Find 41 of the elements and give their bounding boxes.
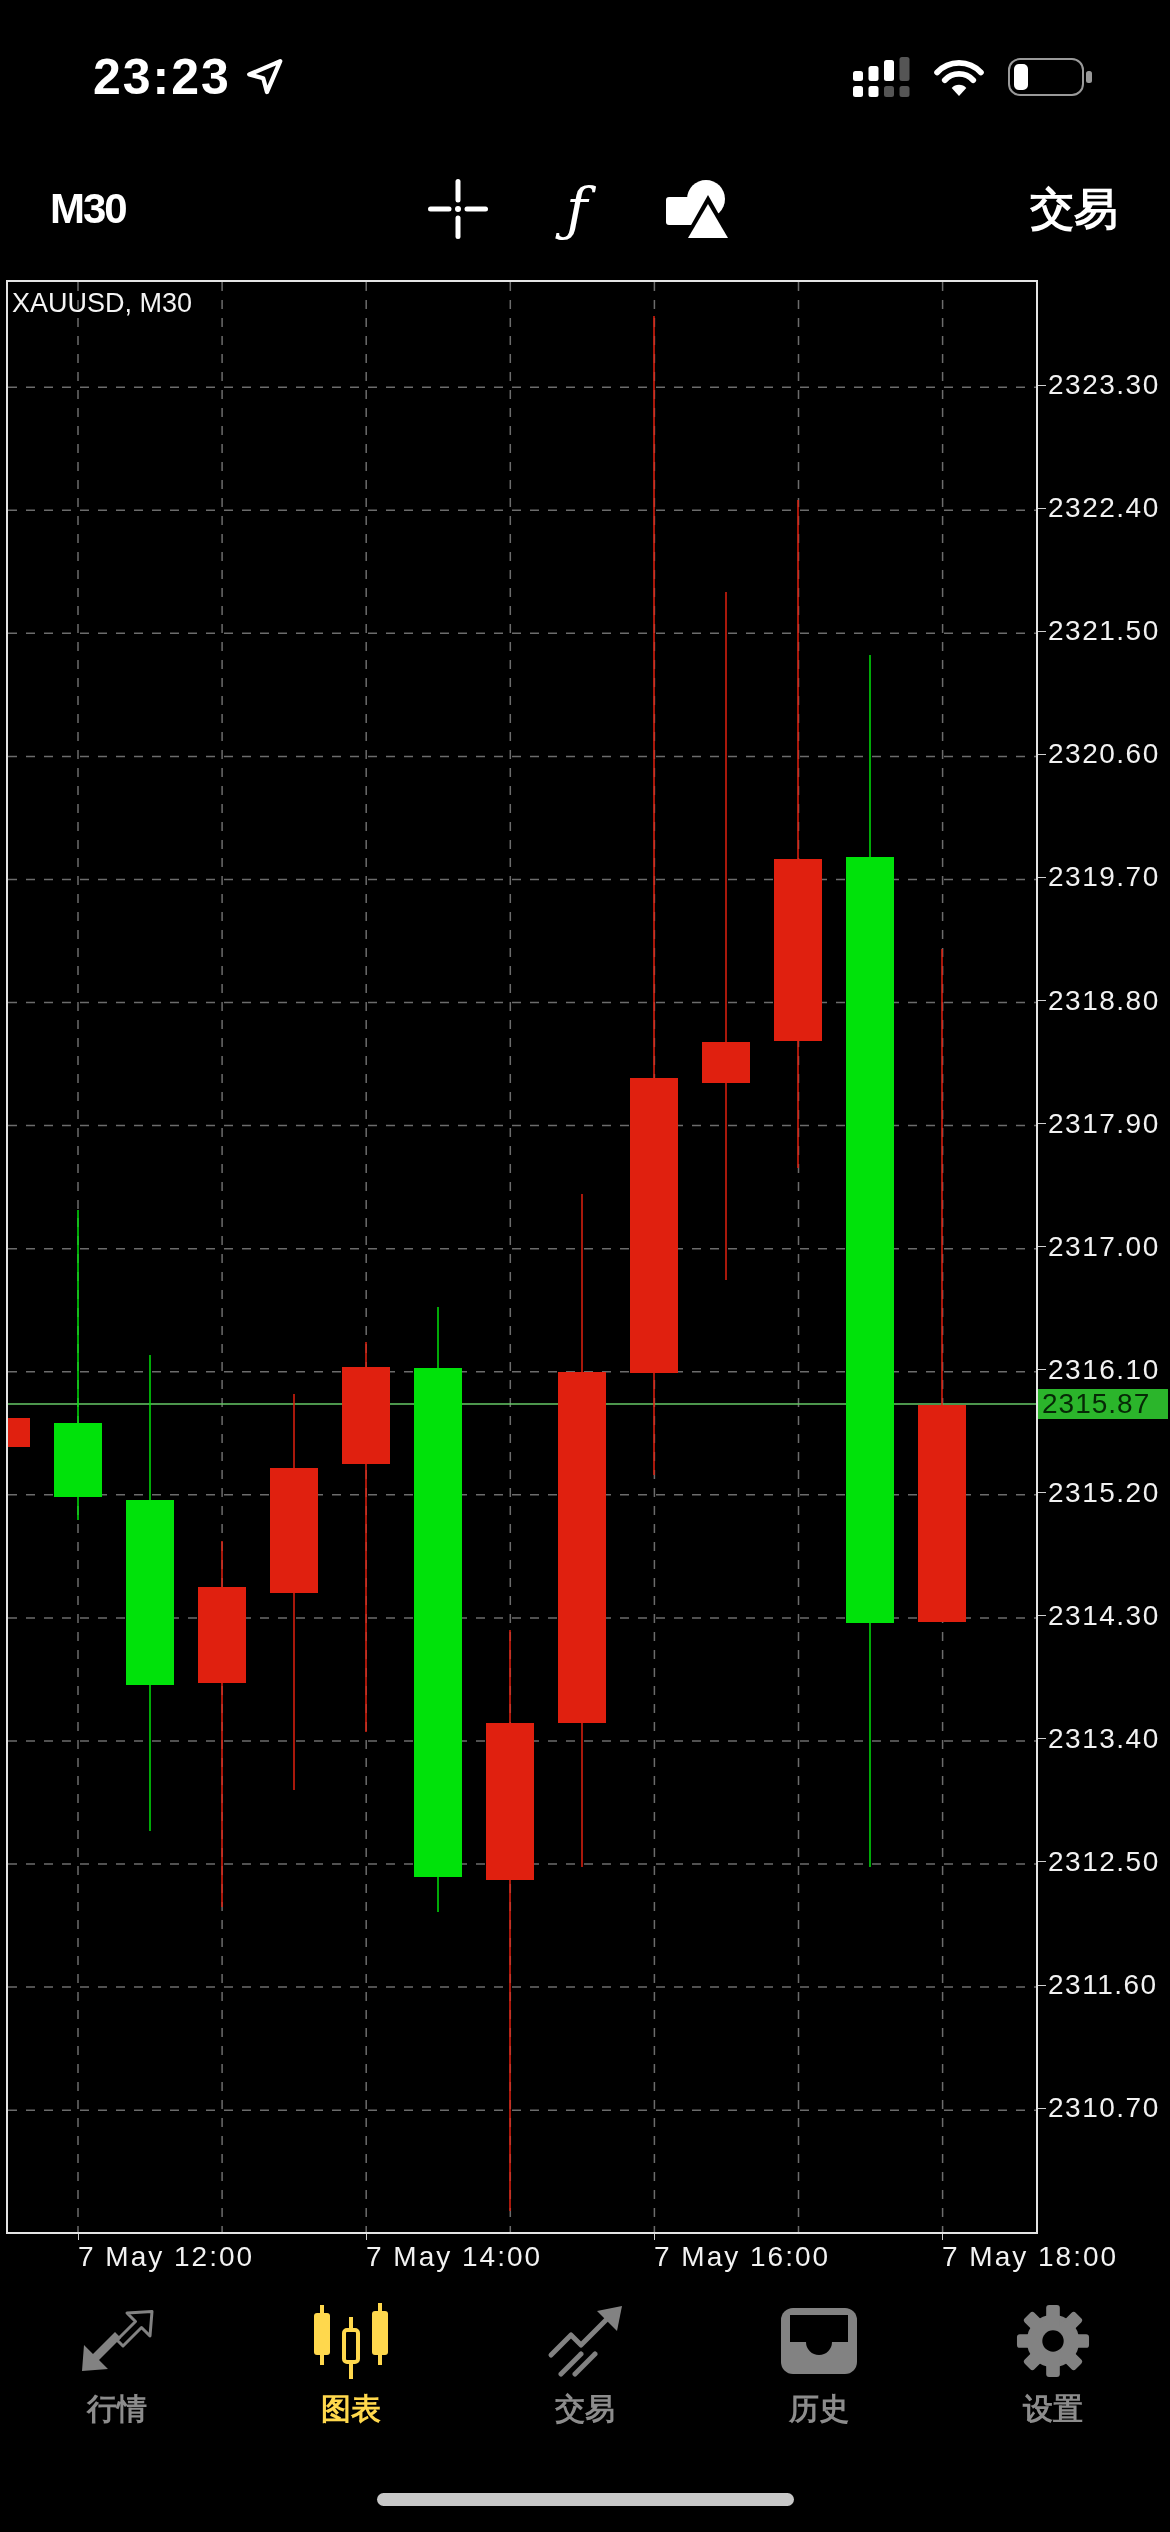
price-label: 2315.20 — [1048, 1477, 1160, 1508]
price-label: 2317.00 — [1048, 1231, 1160, 1262]
diagonal-arrows-icon — [80, 2309, 154, 2373]
time-label: 7 May 12:00 — [78, 2241, 256, 2273]
price-label: 2319.70 — [1048, 862, 1160, 893]
wifi-icon — [934, 58, 984, 96]
tab[interactable]: 行情 — [80, 2305, 154, 2425]
battery-icon — [1008, 58, 1092, 96]
shapes-icon[interactable] — [665, 180, 728, 238]
price-label: 2311.60 — [1048, 1970, 1158, 2001]
trade-button[interactable]: 交易 — [1030, 184, 1118, 234]
time-label: 7 May 16:00 — [654, 2241, 832, 2273]
timeframe-button[interactable]: M30 — [50, 185, 126, 233]
price-label: 2310.70 — [1048, 2093, 1160, 2124]
status-time: 23:23 — [93, 49, 231, 105]
trend-arrow-icon — [547, 2305, 623, 2377]
price-label: 2314.30 — [1048, 1600, 1160, 1631]
price-label: 2320.60 — [1048, 739, 1160, 770]
time-label: 7 May 18:00 — [942, 2241, 1119, 2273]
function-button[interactable]: ƒ — [554, 167, 600, 251]
tab[interactable]: 设置 — [1016, 2305, 1090, 2425]
price-label: 2322.40 — [1048, 493, 1160, 524]
tab[interactable]: 历史 — [781, 2305, 857, 2425]
price-label: 2323.30 — [1048, 370, 1160, 401]
inbox-icon — [781, 2308, 857, 2374]
price-label: 2318.80 — [1048, 985, 1160, 1016]
location-arrow-icon — [246, 59, 283, 95]
signal-icon — [853, 57, 910, 97]
price-label: 2313.40 — [1048, 1723, 1160, 1754]
tab[interactable]: 图表 — [313, 2305, 389, 2425]
candlestick-icon — [313, 2303, 389, 2379]
time-label: 7 May 14:00 — [366, 2241, 544, 2273]
price-label: 2312.50 — [1048, 1846, 1160, 1877]
current-price-tag: 2315.87 — [1038, 1389, 1168, 1419]
price-label: 2316.10 — [1048, 1354, 1160, 1385]
chart-symbol-label: XAUUSD, M30 — [12, 288, 193, 318]
price-label: 2317.90 — [1048, 1108, 1160, 1139]
crosshair-icon[interactable] — [428, 179, 489, 239]
price-label: 2321.50 — [1048, 616, 1160, 647]
tab[interactable]: 交易 — [547, 2305, 623, 2425]
settings-icon — [1016, 2304, 1090, 2378]
